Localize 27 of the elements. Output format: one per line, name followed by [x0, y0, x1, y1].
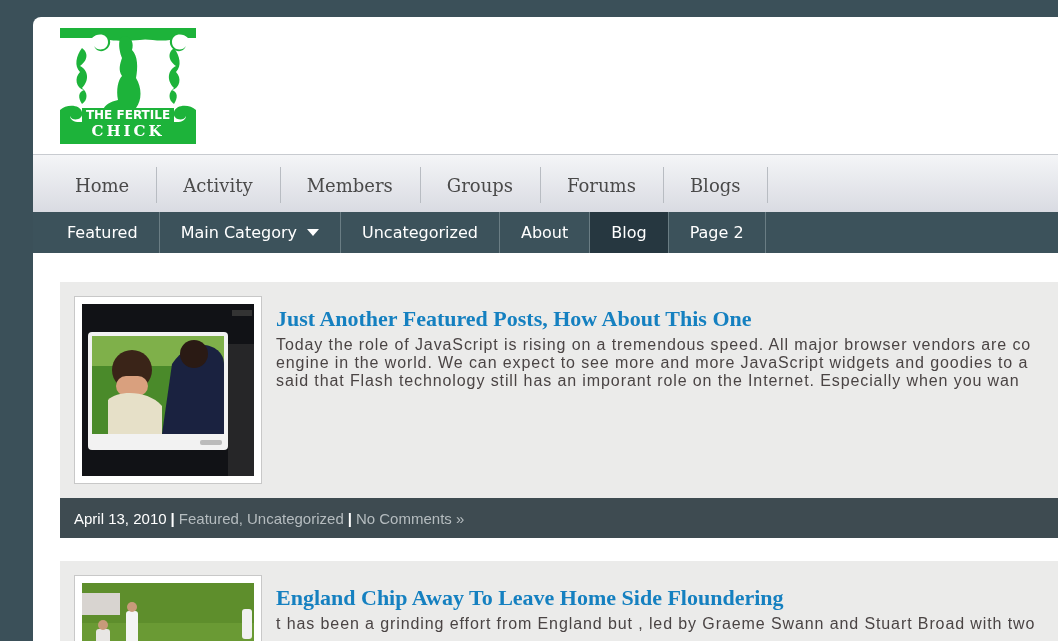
nav-link[interactable]: Groups	[420, 167, 542, 203]
post-date: April 13, 2010	[74, 509, 167, 527]
separator-text: |	[347, 509, 352, 527]
excerpt-text: said that Flash technology still has an imporant role on the Internet. Especially when you wan	[276, 372, 1021, 390]
excerpt-text: engine in the world. We can expect to see more and more JavaScript widgets and goodies to a	[276, 354, 1030, 372]
meta-link[interactable]: No Comments »	[355, 509, 465, 527]
meta-link[interactable]: Featured	[178, 509, 239, 527]
category-tab[interactable]: Page 2	[668, 212, 766, 253]
category-tab[interactable]: Featured	[33, 212, 160, 253]
logo-text: CHICK	[90, 122, 166, 140]
thumbnail-frame[interactable]	[74, 296, 262, 484]
excerpt-text: Today the role of JavaScript is rising on a tremendous speed. All major browser vendors are co	[276, 336, 1032, 354]
category-tab[interactable]: Uncategorized	[341, 212, 500, 253]
post-title-link[interactable]: Just Another Featured Posts, How About This One	[276, 306, 1032, 332]
nav-link[interactable]: Blogs	[663, 167, 769, 203]
nav-link[interactable]: Forums	[541, 167, 664, 203]
nav-link[interactable]: Activity	[157, 167, 281, 203]
separator-text: |	[170, 509, 175, 527]
post-title-link[interactable]: England Chip Away To Leave Home Side Floundering	[276, 585, 1036, 611]
nav-link[interactable]: Home	[49, 167, 158, 203]
logo-text: THE FERTILE	[82, 108, 174, 122]
category-tab[interactable]: Blog	[590, 212, 669, 253]
nav-link[interactable]: Members	[280, 167, 421, 203]
meta-link[interactable]: Uncategorized	[247, 509, 344, 527]
category-tab[interactable]: Main Category	[159, 212, 341, 253]
comma-text: ,	[238, 509, 243, 527]
excerpt-text: t has been a grinding effort from England but , led by Graeme Swann and Stuart Broad with two	[276, 615, 1036, 633]
